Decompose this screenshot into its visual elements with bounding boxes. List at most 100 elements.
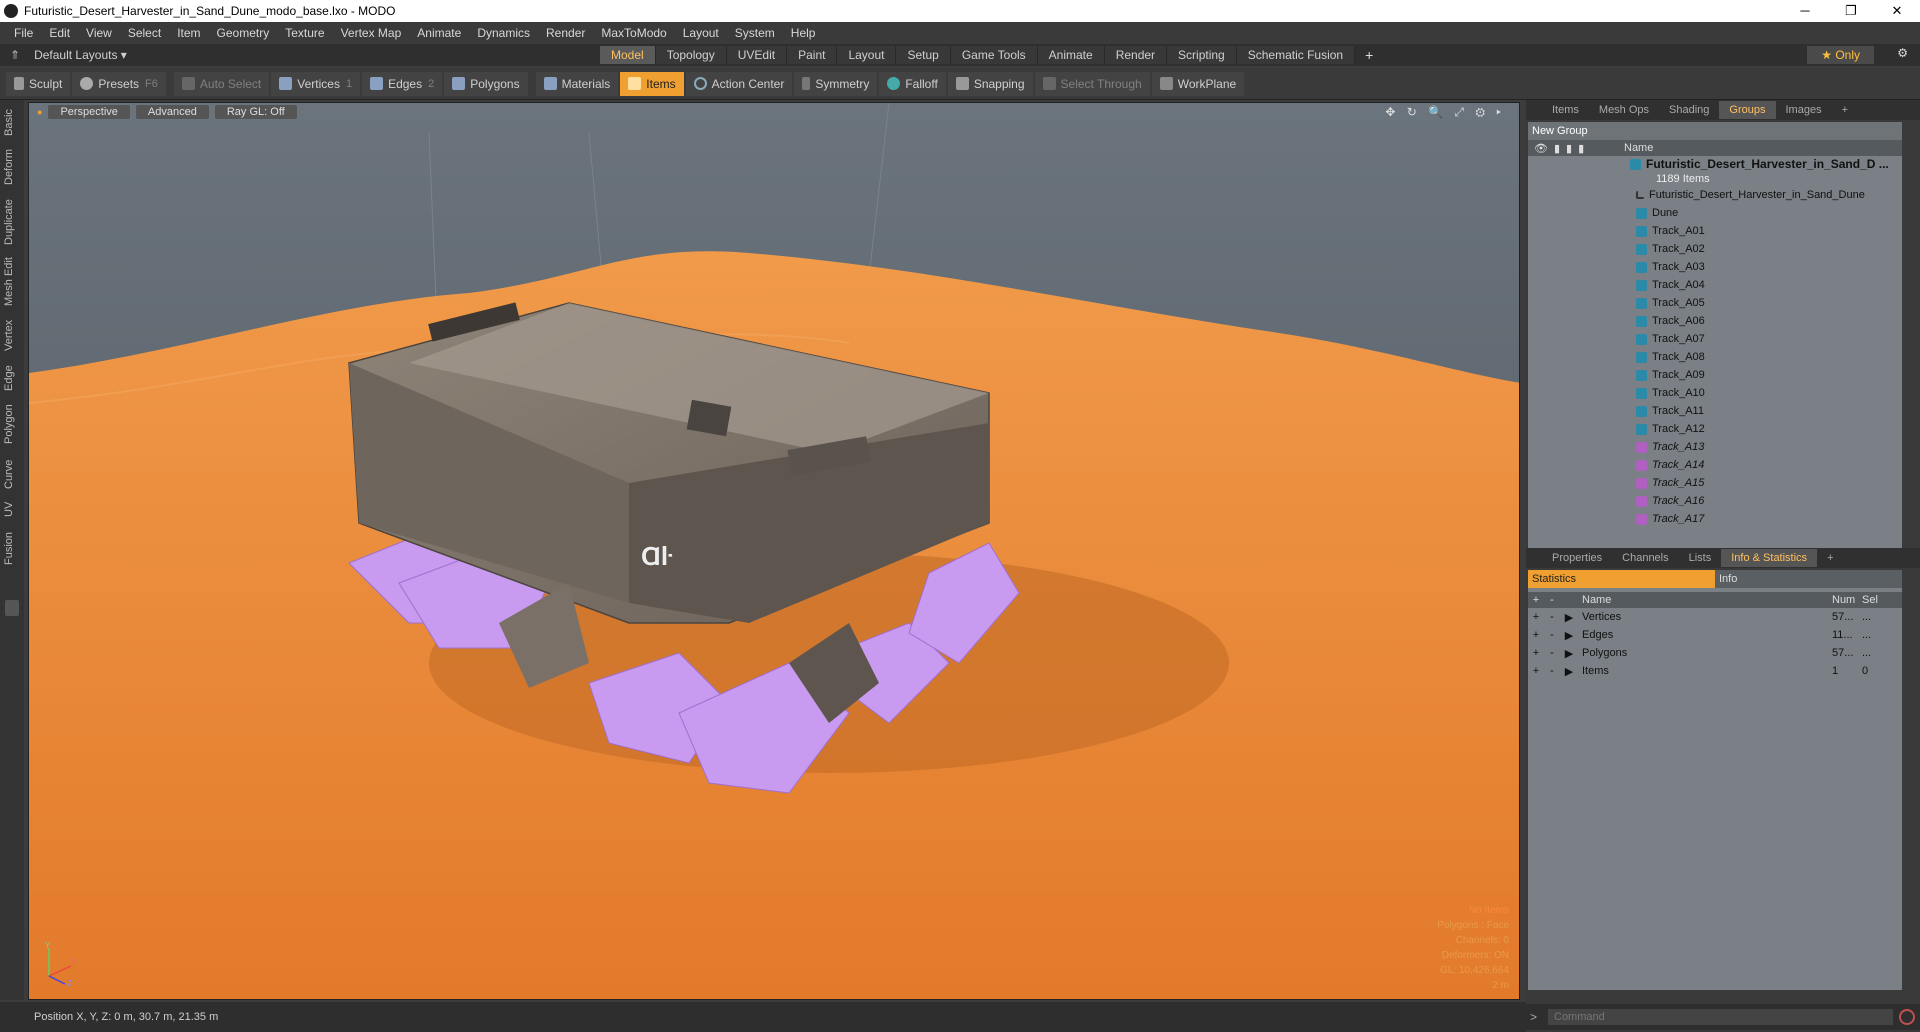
stat-expand-icon[interactable]: ▶ [1560, 647, 1578, 660]
stat-add-icon[interactable]: + [1528, 611, 1544, 623]
group-item-row[interactable]: Dune [1528, 204, 1902, 222]
statistics-row[interactable]: + - ▶ Edges 11...... [1528, 626, 1902, 644]
tab-images[interactable]: Images [1776, 101, 1832, 119]
group-item-row[interactable]: Track_A07 [1528, 330, 1902, 348]
group-item-row[interactable]: Track_A05 [1528, 294, 1902, 312]
tab-setup[interactable]: Setup [896, 46, 951, 64]
tab-channels[interactable]: Channels [1612, 549, 1678, 567]
stat-add-icon[interactable]: + [1528, 647, 1544, 659]
select-through-button[interactable]: Select Through [1034, 71, 1150, 96]
tab-model[interactable]: Model [600, 46, 656, 64]
add-info-tab-button[interactable]: + [1817, 549, 1843, 567]
menu-animate[interactable]: Animate [409, 26, 469, 40]
group-item-row[interactable]: Track_A12 [1528, 420, 1902, 438]
materials-button[interactable]: Materials [535, 71, 619, 96]
viewport-menu-icon[interactable]: ● [37, 107, 42, 117]
statistics-row[interactable]: + - ▶ Items 1 0 [1528, 662, 1902, 680]
tab-groups[interactable]: Groups [1719, 101, 1776, 119]
group-item-row[interactable]: Track_A14 [1528, 456, 1902, 474]
stat-remove-icon[interactable]: - [1544, 611, 1560, 623]
left-tab-duplicate[interactable]: Duplicate [3, 196, 21, 248]
tab-statistics[interactable]: Statistics [1528, 570, 1715, 588]
tab-items[interactable]: Items [1542, 101, 1589, 119]
group-item-row[interactable]: Track_A02 [1528, 240, 1902, 258]
snapping-button[interactable]: Snapping [947, 71, 1033, 96]
raygl-button[interactable]: Ray GL: Off [214, 105, 297, 119]
items-button[interactable]: Items [620, 71, 684, 96]
tab-mesh-ops[interactable]: Mesh Ops [1589, 101, 1659, 119]
add-tab-button[interactable]: + [1355, 47, 1383, 63]
workplane-button[interactable]: WorkPlane [1151, 71, 1245, 96]
tab-uvedit[interactable]: UVEdit [726, 46, 788, 64]
tab-render[interactable]: Render [1104, 46, 1168, 64]
group-item-row[interactable]: Track_A04 [1528, 276, 1902, 294]
perspective-button[interactable]: Perspective [48, 105, 130, 119]
viewport-nav-icons[interactable]: ✥ ↻ 🔍 ⤢ ⚙ ▸ [1385, 105, 1505, 120]
group-item-row[interactable]: Track_A09 [1528, 366, 1902, 384]
menu-layout[interactable]: Layout [675, 26, 727, 40]
left-tab-curve[interactable]: Curve [3, 456, 21, 492]
close-button[interactable]: ✕ [1874, 0, 1920, 22]
group-item-row[interactable]: Track_A15 [1528, 474, 1902, 492]
menu-render[interactable]: Render [538, 26, 593, 40]
minimize-button[interactable]: ─ [1782, 0, 1828, 22]
3d-viewport[interactable]: ● Perspective Advanced Ray GL: Off ✥ ↻ 🔍… [28, 102, 1520, 1000]
symmetry-button[interactable]: Symmetry [794, 71, 878, 96]
menu-item[interactable]: Item [169, 26, 208, 40]
left-tab-fusion[interactable]: Fusion [3, 528, 21, 568]
menu-select[interactable]: Select [120, 26, 169, 40]
left-tab-basic[interactable]: Basic [3, 106, 21, 140]
stat-expand-icon[interactable]: ▶ [1560, 611, 1578, 624]
stop-command-icon[interactable] [1899, 1009, 1915, 1025]
falloff-button[interactable]: Falloff [879, 71, 946, 96]
stat-expand-icon[interactable]: ▶ [1560, 665, 1578, 678]
tab-schematic-fusion[interactable]: Schematic Fusion [1236, 46, 1356, 64]
tab-layout[interactable]: Layout [837, 46, 897, 64]
menu-maxtomodo[interactable]: MaxToModo [593, 26, 674, 40]
layout-arrow-icon[interactable]: ⇑ [10, 48, 20, 62]
statistics-row[interactable]: + - ▶ Polygons 57...... [1528, 644, 1902, 662]
group-item-row[interactable]: Track_A08 [1528, 348, 1902, 366]
tab-info-statistics[interactable]: Info & Statistics [1721, 549, 1818, 567]
group-item-row[interactable]: Track_A01 [1528, 222, 1902, 240]
statistics-row[interactable]: + - ▶ Vertices 57...... [1528, 608, 1902, 626]
tab-scripting[interactable]: Scripting [1167, 46, 1237, 64]
left-tab-polygon[interactable]: Polygon [3, 400, 21, 448]
tab-paint[interactable]: Paint [787, 46, 838, 64]
maximize-button[interactable]: ❐ [1828, 0, 1874, 22]
sculpt-button[interactable]: Sculpt [6, 71, 71, 96]
left-tab-vertex[interactable]: Vertex [3, 316, 21, 354]
menu-file[interactable]: File [6, 26, 41, 40]
tab-shading[interactable]: Shading [1659, 101, 1719, 119]
group-item-row[interactable]: Track_A16 [1528, 492, 1902, 510]
stat-expand-icon[interactable]: ▶ [1560, 629, 1578, 642]
advanced-button[interactable]: Advanced [135, 105, 209, 119]
polygons-button[interactable]: Polygons [444, 71, 528, 96]
tab-properties[interactable]: Properties [1542, 549, 1612, 567]
stat-remove-icon[interactable]: - [1544, 629, 1560, 641]
new-group-button[interactable]: New Group [1528, 122, 1902, 140]
menu-edit[interactable]: Edit [41, 26, 78, 40]
left-tab-edge[interactable]: Edge [3, 362, 21, 394]
only-toggle-button[interactable]: ★ Only [1807, 46, 1874, 64]
gear-icon[interactable]: ⚙ [1897, 46, 1908, 60]
menu-vertex-map[interactable]: Vertex Map [333, 26, 410, 40]
group-item-row[interactable]: Track_A03 [1528, 258, 1902, 276]
action-center-button[interactable]: Action Center [685, 71, 793, 96]
group-item-row[interactable]: Track_A11 [1528, 402, 1902, 420]
add-panel-tab-button[interactable]: + [1832, 101, 1858, 119]
menu-help[interactable]: Help [783, 26, 824, 40]
stat-remove-icon[interactable]: - [1544, 647, 1560, 659]
group-root-row[interactable]: Futuristic_Desert_Harvester_in_Sand_D ..… [1528, 156, 1902, 172]
tab-game-tools[interactable]: Game Tools [950, 46, 1038, 64]
menu-dynamics[interactable]: Dynamics [469, 26, 538, 40]
vertices-button[interactable]: Vertices 1 [271, 71, 361, 96]
group-item-row[interactable]: Track_A17 [1528, 510, 1902, 528]
group-item-row[interactable]: Track_A06 [1528, 312, 1902, 330]
presets-button[interactable]: Presets F6 [72, 71, 166, 96]
auto-select-button[interactable]: Auto Select [173, 71, 270, 96]
left-tab-deform[interactable]: Deform [3, 146, 21, 188]
group-item-row[interactable]: Futuristic_Desert_Harvester_in_Sand_Dune [1528, 186, 1902, 204]
left-tab-uv[interactable]: UV [3, 498, 21, 520]
tab-lists[interactable]: Lists [1679, 549, 1722, 567]
